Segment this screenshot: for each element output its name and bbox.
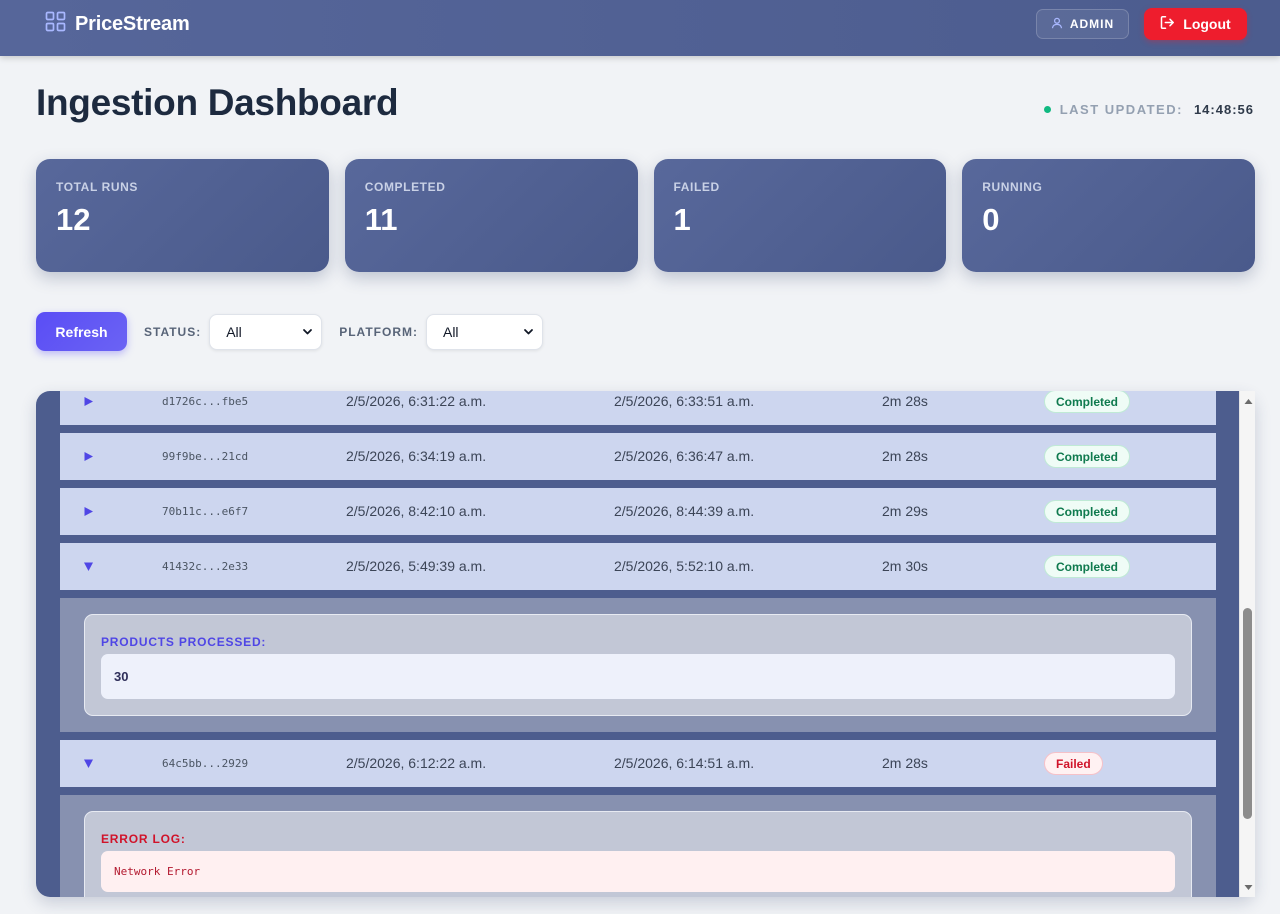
run-started: 2/5/2026, 6:34:19 a.m. xyxy=(346,448,487,464)
status-badge: Completed xyxy=(1044,555,1131,578)
products-processed-card: PRODUCTS PROCESSED: 30 xyxy=(84,614,1192,716)
chevron-down-icon xyxy=(302,324,313,340)
platform-select[interactable]: All xyxy=(425,313,543,350)
run-duration: 2m 28s xyxy=(882,448,928,464)
run-started: 2/5/2026, 5:49:39 a.m. xyxy=(346,558,487,574)
run-detail-panel: PRODUCTS PROCESSED: 30 xyxy=(60,598,1216,732)
run-duration: 2m 28s xyxy=(882,393,928,409)
stat-value: 0 xyxy=(982,202,1000,237)
run-started: 2/5/2026, 6:12:22 a.m. xyxy=(346,755,487,771)
stats-row: TOTAL RUNS 12 COMPLETED 11 FAILED 1 RUNN… xyxy=(36,159,1255,272)
brand[interactable]: PriceStream xyxy=(45,11,190,38)
run-id: 70b11c...e6f7 xyxy=(162,505,249,518)
status-select-value: All xyxy=(226,323,242,340)
user-icon xyxy=(1051,17,1063,32)
triangle-down-icon[interactable] xyxy=(82,756,94,770)
grid-icon xyxy=(45,11,66,38)
platform-select-value: All xyxy=(442,323,459,340)
logout-label: Logout xyxy=(1183,16,1231,32)
stat-label: COMPLETED xyxy=(364,180,446,194)
user-badge[interactable]: ADMIN xyxy=(1036,9,1129,39)
triangle-down-icon[interactable] xyxy=(82,559,94,573)
runs-list-panel[interactable]: d1726c...fbe5 2/5/2026, 6:31:22 a.m. 2/5… xyxy=(36,391,1255,897)
stat-card-running: RUNNING 0 xyxy=(962,159,1255,272)
error-log-label: ERROR LOG: xyxy=(101,832,186,846)
status-filter-label: STATUS: xyxy=(144,324,202,339)
stat-label: FAILED xyxy=(673,180,720,194)
stat-value: 11 xyxy=(364,202,398,237)
stat-value: 12 xyxy=(56,202,91,237)
run-started: 2/5/2026, 6:31:22 a.m. xyxy=(346,393,487,409)
run-duration: 2m 28s xyxy=(882,755,928,771)
brand-name: PriceStream xyxy=(75,12,190,35)
error-log-value: Network Error xyxy=(101,851,1175,892)
run-row[interactable]: d1726c...fbe5 2/5/2026, 6:31:22 a.m. 2/5… xyxy=(60,391,1216,425)
run-row[interactable]: 99f9be...21cd 2/5/2026, 6:34:19 a.m. 2/5… xyxy=(60,433,1216,480)
runs-scrollbar[interactable] xyxy=(1239,391,1255,897)
run-row[interactable]: 41432c...2e33 2/5/2026, 5:49:39 a.m. 2/5… xyxy=(60,543,1216,590)
top-navbar: PriceStream ADMIN Logout xyxy=(0,0,1280,56)
refresh-button[interactable]: Refresh xyxy=(36,312,127,351)
page-title: Ingestion Dashboard xyxy=(36,82,399,123)
run-row[interactable]: 64c5bb...2929 2/5/2026, 6:12:22 a.m. 2/5… xyxy=(60,740,1216,787)
scrollbar-thumb[interactable] xyxy=(1243,608,1252,819)
logout-icon xyxy=(1160,15,1175,33)
run-started: 2/5/2026, 8:42:10 a.m. xyxy=(346,503,487,519)
logout-button[interactable]: Logout xyxy=(1144,8,1247,40)
triangle-right-icon[interactable] xyxy=(82,449,94,463)
status-badge: Failed xyxy=(1044,752,1103,775)
run-duration: 2m 29s xyxy=(882,503,928,519)
run-ended: 2/5/2026, 6:33:51 a.m. xyxy=(614,393,755,409)
last-updated-time: 14:48:56 xyxy=(1193,102,1254,117)
error-log-card: ERROR LOG: Network Error xyxy=(84,811,1192,897)
stat-value: 1 xyxy=(673,202,691,237)
status-badge: Completed xyxy=(1044,500,1131,523)
runs-list: d1726c...fbe5 2/5/2026, 6:31:22 a.m. 2/5… xyxy=(60,391,1216,897)
triangle-right-icon[interactable] xyxy=(82,504,94,518)
chevron-down-icon xyxy=(523,324,534,340)
run-duration: 2m 30s xyxy=(882,558,928,574)
run-id: 99f9be...21cd xyxy=(162,450,249,463)
stat-label: TOTAL RUNS xyxy=(56,180,139,194)
run-id: d1726c...fbe5 xyxy=(162,395,249,408)
status-badge: Completed xyxy=(1044,391,1131,413)
status-badge: Completed xyxy=(1044,445,1131,468)
platform-filter-label: PLATFORM: xyxy=(339,324,418,339)
scroll-up-arrow-icon[interactable] xyxy=(1240,393,1256,409)
run-id: 41432c...2e33 xyxy=(162,560,249,573)
user-name: ADMIN xyxy=(1069,17,1115,31)
stat-card-failed: FAILED 1 xyxy=(653,159,947,272)
products-processed-label: PRODUCTS PROCESSED: xyxy=(101,635,267,649)
run-row[interactable]: 70b11c...e6f7 2/5/2026, 8:42:10 a.m. 2/5… xyxy=(60,488,1216,535)
stat-card-total-runs: TOTAL RUNS 12 xyxy=(36,159,329,272)
status-select[interactable]: All xyxy=(209,313,323,350)
last-updated: LAST UPDATED: 14:48:56 xyxy=(1043,102,1254,117)
run-detail-panel: ERROR LOG: Network Error xyxy=(60,795,1216,897)
run-ended: 2/5/2026, 5:52:10 a.m. xyxy=(614,558,755,574)
triangle-right-icon[interactable] xyxy=(82,394,94,408)
run-ended: 2/5/2026, 6:14:51 a.m. xyxy=(614,755,755,771)
run-id: 64c5bb...2929 xyxy=(162,757,249,770)
live-status-dot xyxy=(1043,106,1051,113)
last-updated-label: LAST UPDATED: xyxy=(1059,102,1183,117)
filter-controls: Refresh STATUS: All PLATFORM: All xyxy=(36,312,543,351)
products-processed-value: 30 xyxy=(101,654,1175,699)
run-ended: 2/5/2026, 8:44:39 a.m. xyxy=(614,503,755,519)
run-ended: 2/5/2026, 6:36:47 a.m. xyxy=(614,448,755,464)
scroll-down-arrow-icon[interactable] xyxy=(1240,879,1256,895)
stat-card-completed: COMPLETED 11 xyxy=(344,159,638,272)
stat-label: RUNNING xyxy=(982,180,1043,194)
